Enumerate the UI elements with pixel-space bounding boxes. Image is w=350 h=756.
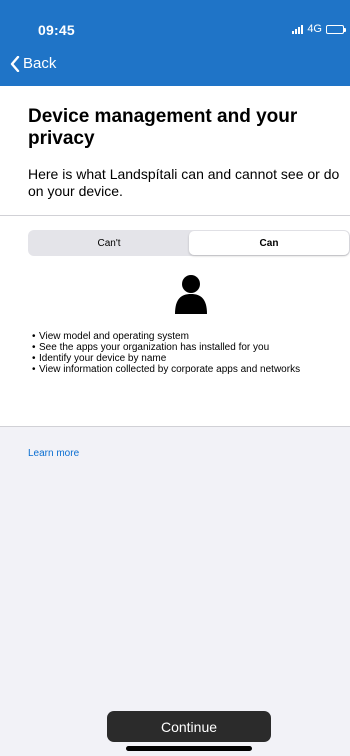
signal-icon <box>292 24 304 34</box>
network-label: 4G <box>307 23 322 35</box>
list-item: View information collected by corporate … <box>32 364 350 375</box>
page-title: Device management and your privacy <box>28 106 298 149</box>
can-list: View model and operating system See the … <box>32 331 350 375</box>
segmented-control: Can't Can <box>28 230 350 256</box>
status-indicators: 4G <box>292 23 346 35</box>
status-time: 09:45 <box>38 22 75 38</box>
intro-section: Device management and your privacy Here … <box>0 86 350 216</box>
privacy-panel: Can't Can View model and operating syste… <box>0 216 350 427</box>
back-button[interactable]: Back <box>10 55 56 72</box>
list-item: See the apps your organization has insta… <box>32 342 350 353</box>
chevron-left-icon <box>10 55 20 72</box>
back-label: Back <box>23 55 57 72</box>
page-description: Here is what Landspítali can and cannot … <box>28 166 340 199</box>
tab-cant[interactable]: Can't <box>29 231 189 255</box>
status-bar: 09:45 4G <box>0 0 350 48</box>
list-item: View model and operating system <box>32 331 350 342</box>
battery-icon <box>326 24 346 34</box>
learn-more-link[interactable]: Learn more <box>28 448 79 459</box>
person-icon <box>175 275 207 314</box>
continue-button[interactable]: Continue <box>107 711 271 742</box>
app-header: 09:45 4G Back <box>0 0 350 86</box>
list-item: Identify your device by name <box>32 353 350 364</box>
home-indicator <box>126 746 252 751</box>
tab-can[interactable]: Can <box>189 231 349 255</box>
